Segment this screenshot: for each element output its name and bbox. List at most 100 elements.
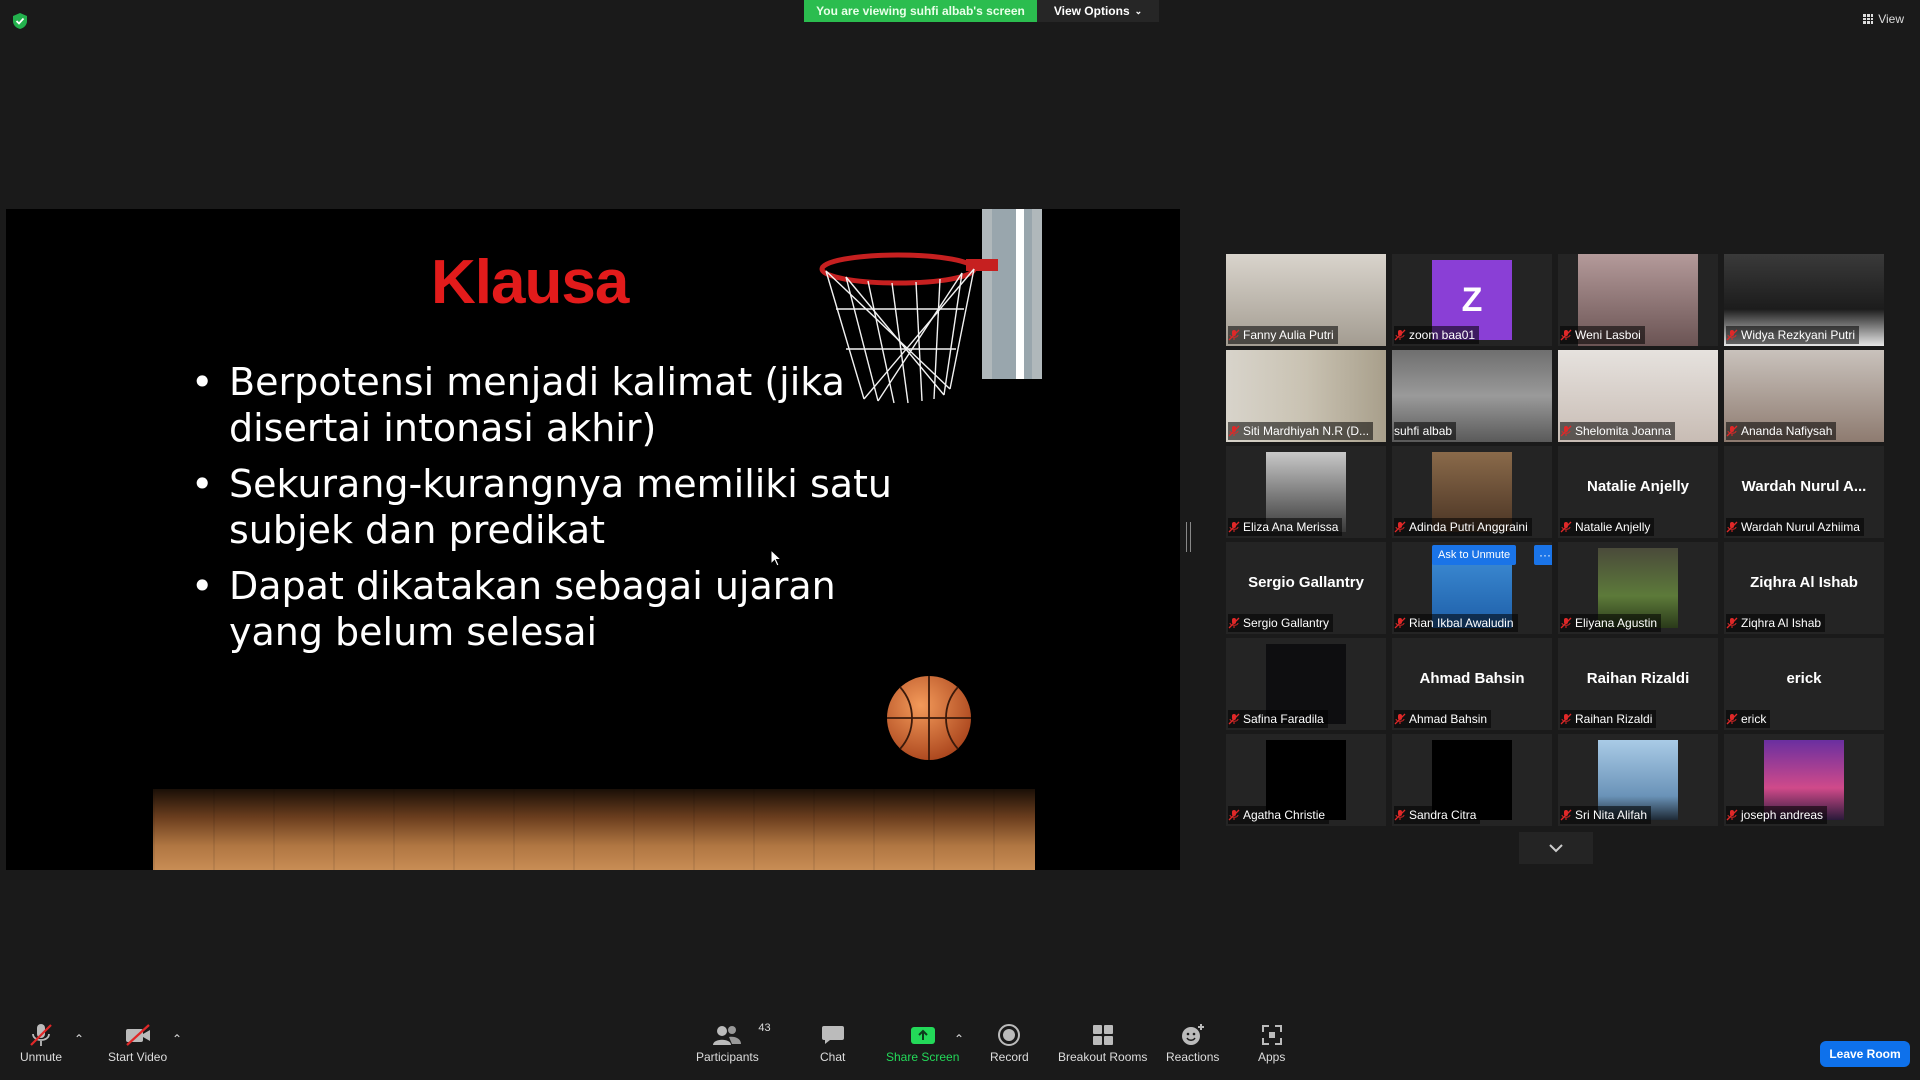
participant-name-label: Wardah Nurul Azhiima — [1726, 518, 1864, 536]
gallery-next-page-button[interactable] — [1519, 832, 1593, 864]
participant-name: Agatha Christie — [1243, 808, 1326, 822]
share-options-caret[interactable]: ⌃ — [954, 1032, 964, 1046]
muted-microphone-icon — [1228, 617, 1240, 629]
muted-microphone-icon — [30, 1024, 52, 1046]
view-layout-button[interactable]: View — [1863, 12, 1904, 26]
breakout-rooms-button[interactable]: Breakout Rooms — [1058, 1020, 1147, 1064]
participant-name: Siti Mardhiyah N.R (D... — [1243, 424, 1370, 438]
muted-microphone-icon — [1394, 329, 1406, 341]
participant-name-label: Ahmad Bahsin — [1394, 710, 1492, 728]
participant-tile[interactable]: Sergio Gallantry Sergio Gallantry — [1226, 542, 1386, 634]
participant-name: Eliza Ana Merissa — [1243, 520, 1339, 534]
record-label: Record — [990, 1050, 1029, 1064]
participant-name: Natalie Anjelly — [1575, 520, 1651, 534]
participant-tile[interactable]: Weni Lasboi — [1558, 254, 1718, 346]
participant-gallery: Fanny Aulia Putri Z zoom baa01 Weni Lasb… — [1226, 254, 1886, 830]
participant-tile[interactable]: Sandra Citra — [1392, 734, 1552, 826]
muted-microphone-icon — [1726, 425, 1738, 437]
view-options-button[interactable]: View Options ⌄ — [1037, 0, 1159, 22]
participant-tile[interactable]: Safina Faradila — [1226, 638, 1386, 730]
participant-display-name: Ziqhra Al Ishab — [1750, 574, 1858, 591]
participant-tile[interactable]: Sri Nita Alifah — [1558, 734, 1718, 826]
participants-button[interactable]: 43 Participants — [696, 1020, 771, 1064]
participant-name: Sergio Gallantry — [1243, 616, 1330, 630]
participant-name: Widya Rezkyani Putri — [1741, 328, 1856, 342]
participant-name: Weni Lasboi — [1575, 328, 1641, 342]
shared-screen[interactable]: Klausa Berpotensi menjadi kalimat (jika … — [6, 209, 1180, 870]
muted-microphone-icon — [1394, 713, 1406, 725]
participant-tile[interactable]: Widya Rezkyani Putri — [1724, 254, 1884, 346]
participant-name-label: Weni Lasboi — [1560, 326, 1645, 344]
ask-to-unmute-button[interactable]: Ask to Unmute — [1432, 545, 1517, 565]
participant-name: zoom baa01 — [1409, 328, 1476, 342]
participant-name-label: Fanny Aulia Putri — [1228, 326, 1338, 344]
participant-tile[interactable]: Ahmad Bahsin Ahmad Bahsin — [1392, 638, 1552, 730]
meeting-toolbar: Unmute ⌃ Start Video ⌃ 43 Participants C… — [0, 1014, 1920, 1080]
participant-name-label: Sri Nita Alifah — [1560, 806, 1652, 824]
leave-room-button[interactable]: Leave Room — [1820, 1041, 1910, 1067]
participant-name-label: Widya Rezkyani Putri — [1726, 326, 1860, 344]
encryption-shield-icon[interactable] — [12, 12, 28, 30]
participant-tile[interactable]: Wardah Nurul A... Wardah Nurul Azhiima — [1724, 446, 1884, 538]
video-options-caret[interactable]: ⌃ — [172, 1032, 182, 1046]
participant-display-name: Wardah Nurul A... — [1741, 478, 1867, 495]
participant-tile[interactable]: Ask to Unmute ··· Rian Ikbal Awaludin — [1392, 542, 1552, 634]
start-video-button[interactable]: Start Video — [108, 1020, 167, 1064]
participant-name-label: zoom baa01 — [1394, 326, 1480, 344]
participant-name: Sri Nita Alifah — [1575, 808, 1648, 822]
unmute-button[interactable]: Unmute — [20, 1020, 62, 1064]
participant-tile[interactable]: Eliyana Agustin — [1558, 542, 1718, 634]
record-icon — [998, 1024, 1021, 1046]
participant-tile[interactable]: Ziqhra Al Ishab Ziqhra Al Ishab — [1724, 542, 1884, 634]
muted-microphone-icon — [1228, 521, 1240, 533]
muted-microphone-icon — [1560, 617, 1572, 629]
split-view-resize-handle[interactable] — [1186, 522, 1191, 552]
participant-display-name: erick — [1786, 670, 1822, 687]
participant-tile[interactable]: Z zoom baa01 — [1392, 254, 1552, 346]
slide-title: Klausa — [431, 248, 629, 317]
breakout-rooms-icon — [1092, 1025, 1113, 1045]
participant-name-label: Sergio Gallantry — [1228, 614, 1334, 632]
participant-name-label: Raihan Rizaldi — [1560, 710, 1657, 728]
audio-options-caret[interactable]: ⌃ — [74, 1032, 84, 1046]
participant-name: Eliyana Agustin — [1575, 616, 1658, 630]
participant-tile[interactable]: Agatha Christie — [1226, 734, 1386, 826]
muted-microphone-icon — [1726, 521, 1738, 533]
participant-name: Ziqhra Al Ishab — [1741, 616, 1822, 630]
start-video-label: Start Video — [108, 1050, 168, 1064]
muted-microphone-icon — [1726, 809, 1738, 821]
participant-tile[interactable]: Adinda Putri Anggraini — [1392, 446, 1552, 538]
reactions-label: Reactions — [1166, 1050, 1220, 1064]
muted-microphone-icon — [1560, 809, 1572, 821]
apps-button[interactable]: Apps — [1258, 1020, 1285, 1064]
participant-name-label: Eliyana Agustin — [1560, 614, 1662, 632]
participant-tile[interactable]: Ananda Nafiysah — [1724, 350, 1884, 442]
chevron-down-icon — [1549, 844, 1563, 853]
slide-bullet-list: Berpotensi menjadi kalimat (jika diserta… — [191, 359, 911, 665]
muted-microphone-icon — [1228, 425, 1240, 437]
chevron-down-icon: ⌄ — [1134, 5, 1143, 16]
slide-bullet: Sekurang-kurangnya memiliki satu subjek … — [191, 461, 911, 553]
participant-tile[interactable]: erick erick — [1724, 638, 1884, 730]
participant-display-name: Raihan Rizaldi — [1586, 670, 1690, 687]
share-screen-button[interactable]: Share Screen — [886, 1020, 959, 1064]
participant-name-label: Sandra Citra — [1394, 806, 1481, 824]
participant-tile[interactable]: joseph andreas — [1724, 734, 1884, 826]
participant-name-label: Ananda Nafiysah — [1726, 422, 1837, 440]
participant-tile-active-speaker[interactable]: suhfi albab — [1392, 350, 1552, 442]
muted-microphone-icon — [1228, 809, 1240, 821]
participant-name-label: Adinda Putri Anggraini — [1394, 518, 1532, 536]
reactions-button[interactable]: Reactions — [1166, 1020, 1219, 1064]
record-button[interactable]: Record — [990, 1020, 1029, 1064]
participant-tile[interactable]: Eliza Ana Merissa — [1226, 446, 1386, 538]
participant-tile[interactable]: Natalie Anjelly Natalie Anjelly — [1558, 446, 1718, 538]
participants-count: 43 — [758, 1022, 771, 1034]
participant-tile[interactable]: Shelomita Joanna — [1558, 350, 1718, 442]
muted-microphone-icon — [1560, 713, 1572, 725]
more-options-button[interactable]: ··· — [1534, 545, 1552, 565]
participant-tile[interactable]: Fanny Aulia Putri — [1226, 254, 1386, 346]
chat-button[interactable]: Chat — [820, 1020, 845, 1064]
participant-name: Fanny Aulia Putri — [1243, 328, 1334, 342]
participant-tile[interactable]: Siti Mardhiyah N.R (D... — [1226, 350, 1386, 442]
participant-tile[interactable]: Raihan Rizaldi Raihan Rizaldi — [1558, 638, 1718, 730]
